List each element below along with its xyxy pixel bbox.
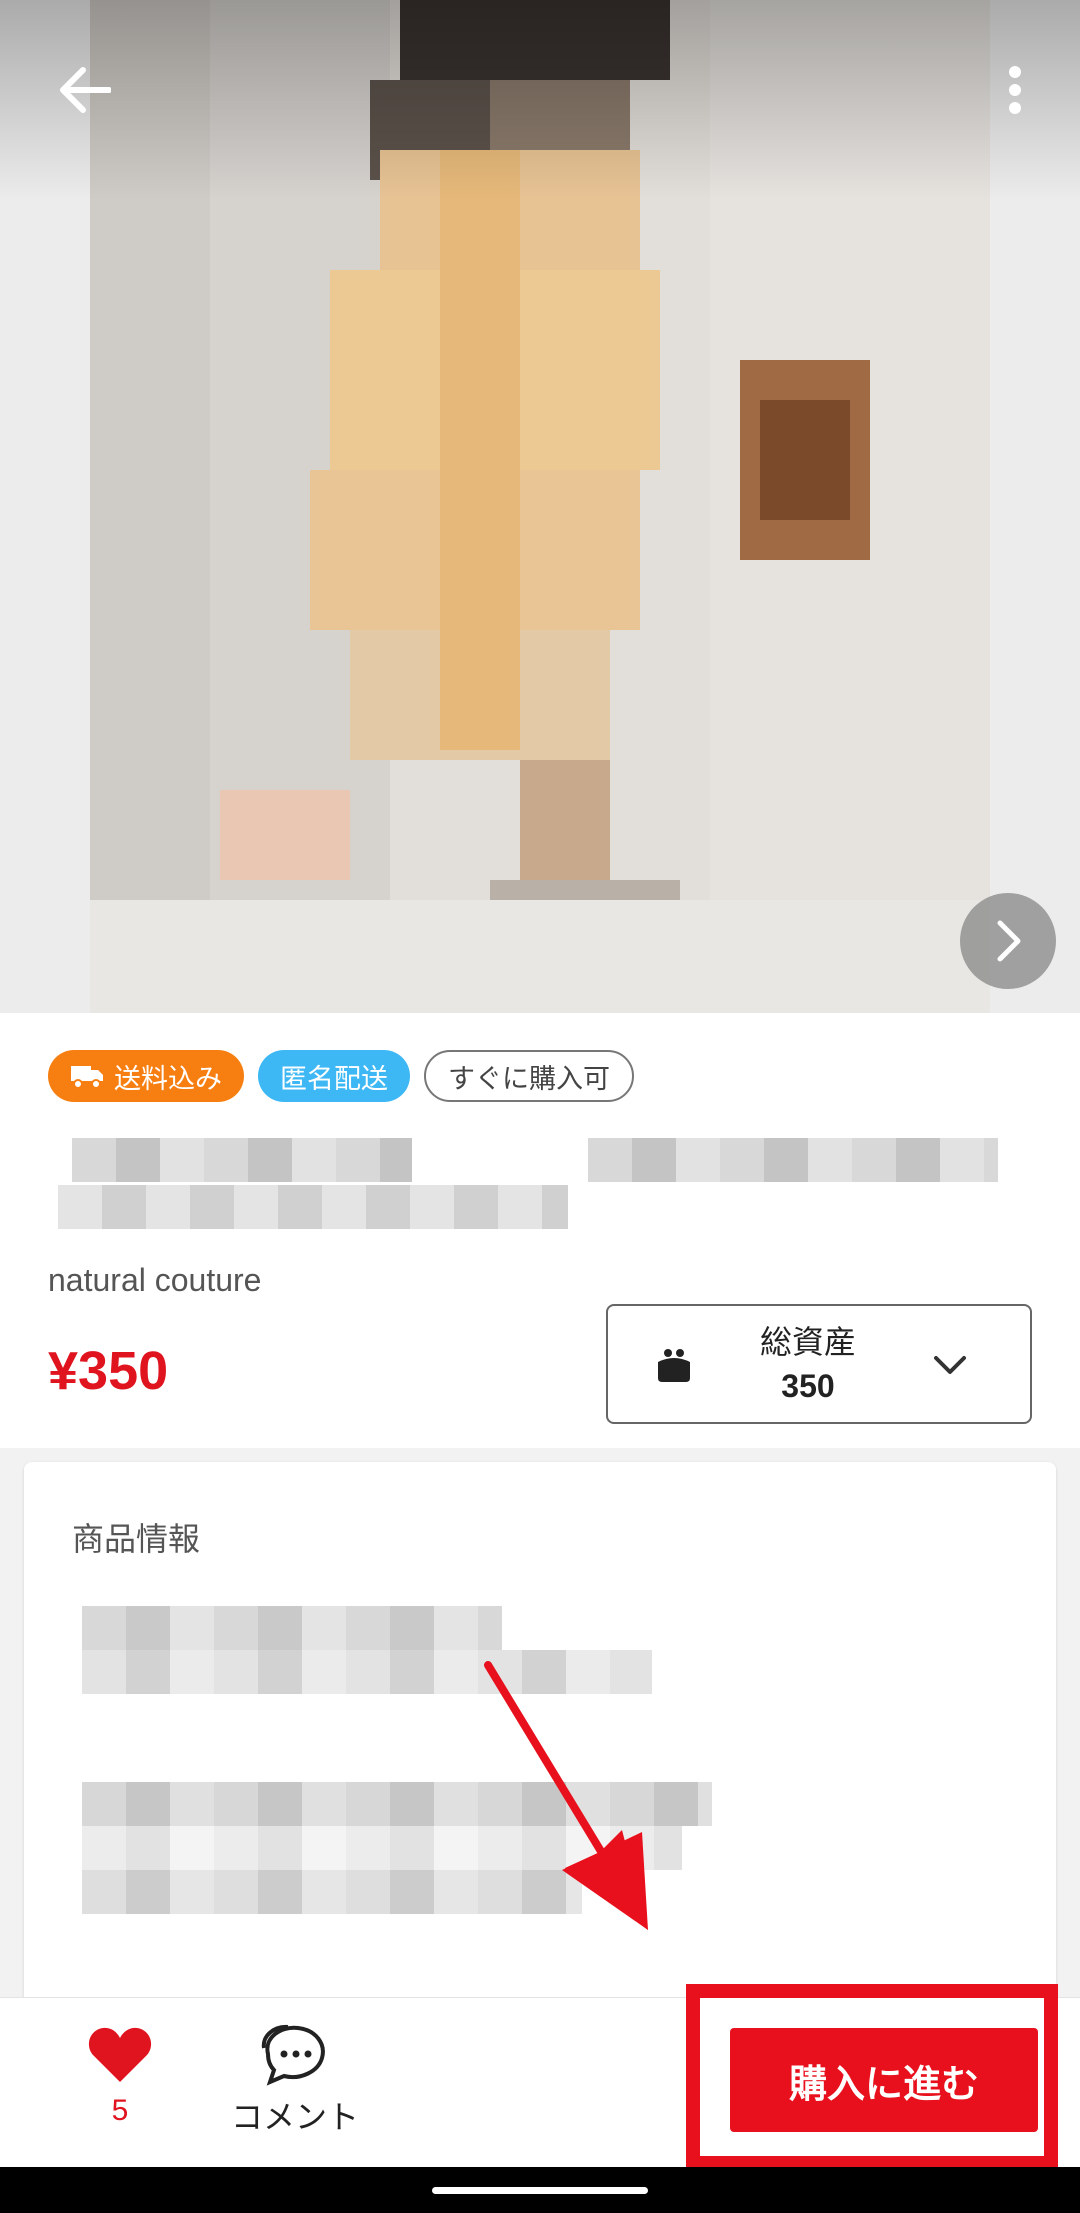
description-mosaic — [82, 1606, 502, 1650]
description-mosaic — [82, 1826, 682, 1870]
tag-shipping-included: 送料込み — [48, 1050, 244, 1102]
total-assets-label: 総資産 — [759, 1323, 856, 1361]
title-mosaic — [72, 1138, 412, 1182]
like-count: 5 — [111, 2094, 129, 2127]
chevron-down-icon — [934, 1356, 966, 1374]
back-button[interactable] — [52, 58, 116, 122]
total-assets-dropdown[interactable]: 総資産 350 — [606, 1304, 1032, 1424]
product-tags: 送料込み 匿名配送 すぐに購入可 — [48, 1050, 634, 1102]
total-assets-value: 350 — [781, 1368, 835, 1404]
purse-icon — [658, 1349, 690, 1382]
product-info-card: 商品情報 — [24, 1462, 1056, 2062]
top-gradient — [0, 0, 1080, 200]
tag-anonymous-label: 匿名配送 — [280, 1063, 388, 1095]
home-gesture-pill[interactable] — [432, 2187, 648, 2194]
like-button[interactable]: 5 — [80, 2024, 160, 2128]
more-options-button[interactable] — [990, 58, 1040, 122]
back-arrow-icon — [60, 67, 111, 113]
chevron-right-icon — [997, 920, 1021, 962]
product-title — [48, 1130, 1008, 1235]
title-mosaic — [588, 1138, 998, 1182]
total-assets-text: 総資産 350 — [718, 1320, 898, 1408]
description-mosaic — [82, 1870, 582, 1914]
comment-icon — [261, 2024, 325, 2086]
purchase-button[interactable]: 購入に進む — [730, 2028, 1038, 2132]
tag-instant-label: すぐに購入可 — [448, 1063, 610, 1095]
more-vertical-icon — [1009, 66, 1021, 114]
product-image-carousel[interactable] — [0, 0, 1080, 1013]
system-navigation-bar — [0, 2167, 1080, 2213]
next-image-button[interactable] — [960, 893, 1056, 989]
title-mosaic — [58, 1185, 568, 1229]
comment-button[interactable]: コメント — [220, 2024, 370, 2138]
tag-anonymous-shipping: 匿名配送 — [258, 1050, 410, 1102]
tag-shipping-label: 送料込み — [114, 1063, 222, 1095]
product-info-heading: 商品情報 — [72, 1520, 201, 1558]
truck-icon — [71, 1066, 103, 1089]
comment-label: コメント — [230, 2098, 359, 2136]
description-mosaic — [82, 1782, 712, 1826]
description-mosaic — [82, 1650, 652, 1694]
heart-icon — [88, 2027, 152, 2082]
price: ¥350 — [48, 1341, 169, 1401]
tag-instant-purchase: すぐに購入可 — [424, 1050, 634, 1102]
brand-name[interactable]: natural couture — [48, 1262, 261, 1299]
